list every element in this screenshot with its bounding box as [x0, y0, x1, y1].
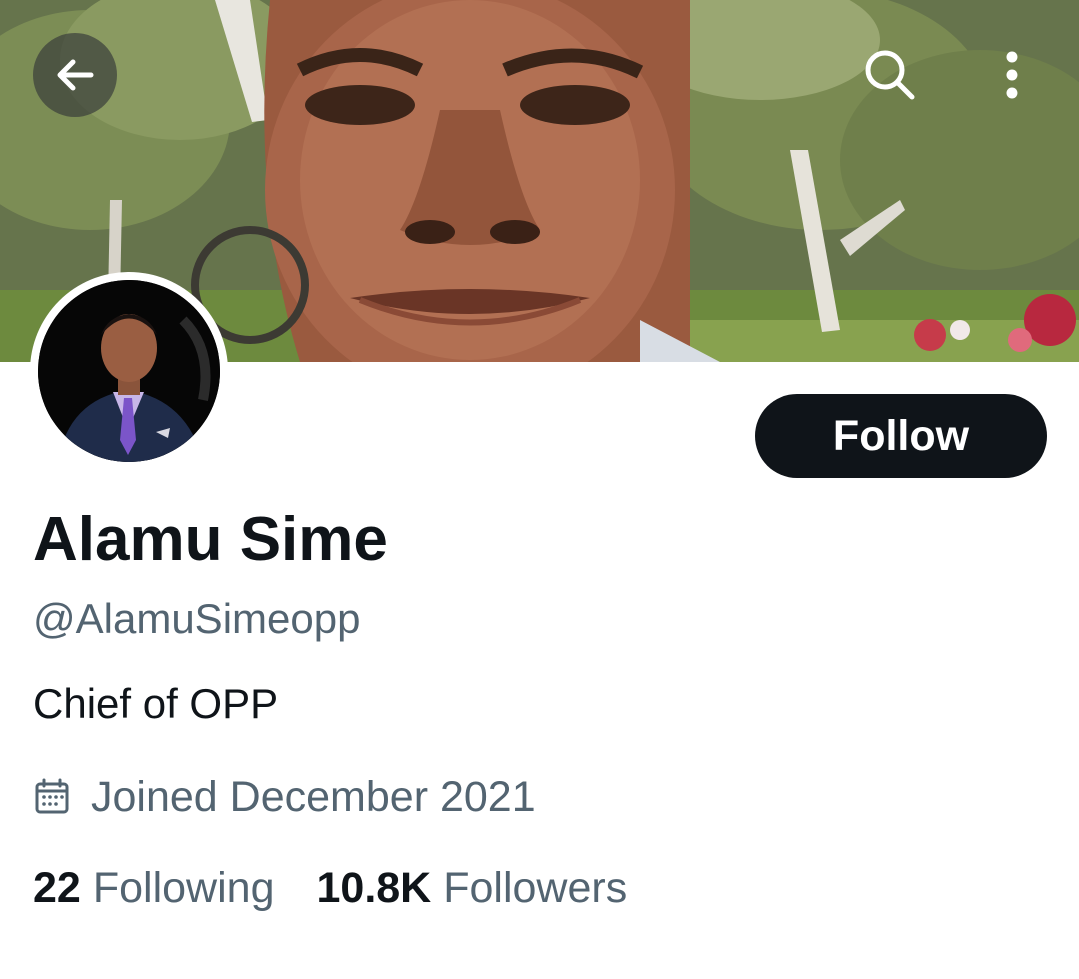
- following-label: Following: [92, 863, 275, 912]
- user-handle: @AlamuSimeopp: [33, 595, 361, 642]
- calendar-icon: [33, 778, 71, 816]
- following-link[interactable]: 22 Following: [33, 864, 274, 913]
- more-vertical-icon: [1006, 51, 1018, 99]
- followers-count: 10.8K: [316, 863, 432, 912]
- followers-label: Followers: [443, 863, 628, 912]
- follow-button[interactable]: Follow: [755, 394, 1047, 478]
- display-name: Alamu Sime: [33, 505, 388, 574]
- avatar-photo: [38, 280, 220, 462]
- followers-link[interactable]: 10.8K Followers: [316, 864, 627, 913]
- back-button[interactable]: [33, 33, 117, 117]
- profile-avatar[interactable]: [30, 272, 228, 470]
- follow-stats: 22 Following 10.8K Followers: [33, 860, 627, 916]
- arrow-left-icon: [57, 59, 94, 91]
- joined-text: Joined December 2021: [91, 772, 536, 821]
- joined-date: Joined December 2021: [33, 770, 536, 824]
- following-count: 22: [33, 863, 81, 912]
- search-button[interactable]: [848, 33, 932, 117]
- search-icon: [865, 50, 915, 100]
- more-options-button[interactable]: [970, 33, 1054, 117]
- bio-text: Chief of OPP: [33, 680, 279, 727]
